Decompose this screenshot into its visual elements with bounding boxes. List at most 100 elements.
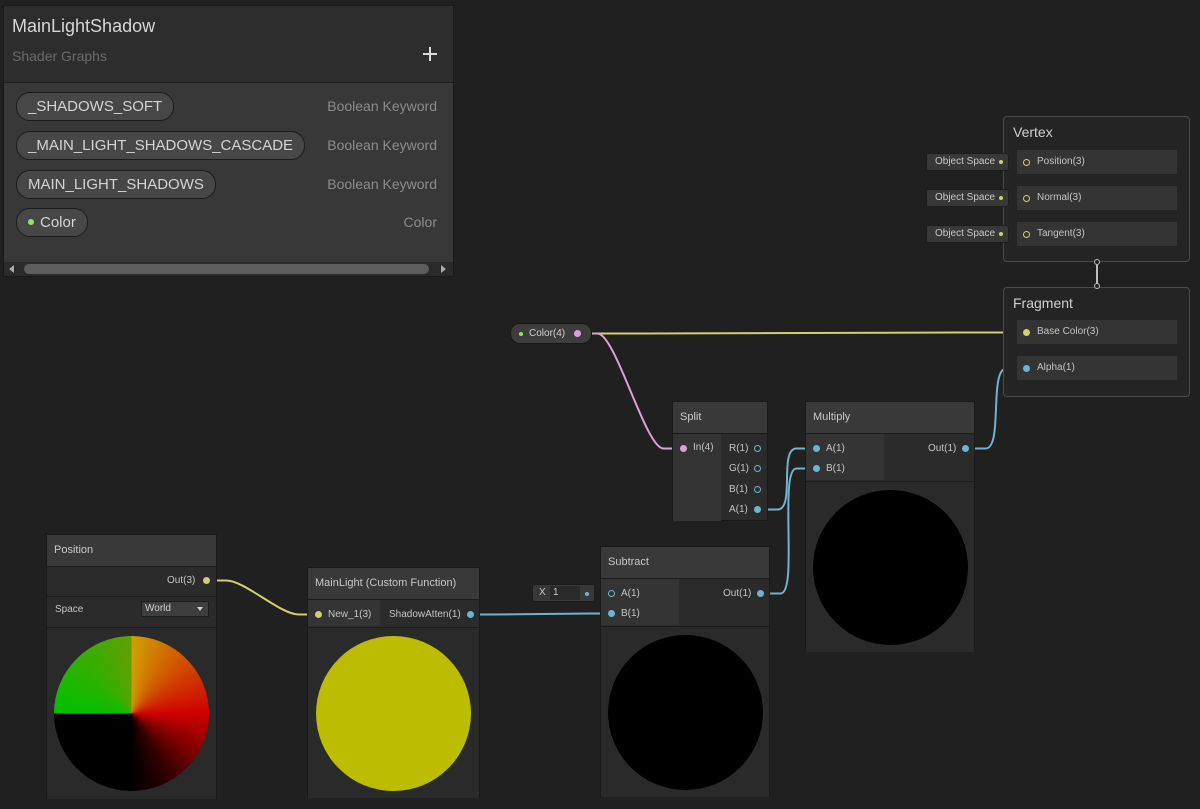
position-title: Position xyxy=(47,535,216,567)
output-port-icon[interactable] xyxy=(757,590,764,597)
split-output-b[interactable]: B(1) xyxy=(729,484,761,495)
output-port-icon[interactable] xyxy=(203,577,210,584)
object-space-position-input[interactable]: Object Space xyxy=(926,153,1009,171)
output-port-icon[interactable] xyxy=(962,445,969,452)
fragment-slot-alpha[interactable]: Alpha(1) xyxy=(1016,355,1178,381)
object-space-tangent-input[interactable]: Object Space xyxy=(926,225,1009,243)
mainlight-custom-function-node[interactable]: MainLight (Custom Function) New_1(3) Sha… xyxy=(307,567,480,798)
property-main-light-shadows[interactable]: MAIN_LIGHT_SHADOWS xyxy=(16,170,216,199)
property-main-light-shadows-cascade[interactable]: _MAIN_LIGHT_SHADOWS_CASCADE xyxy=(16,131,306,160)
output-port-icon[interactable] xyxy=(754,506,761,513)
port-label: Out(1) xyxy=(723,588,752,599)
slot-label: Normal(3) xyxy=(1037,192,1082,203)
port-label: Out(3) xyxy=(167,575,196,586)
subtract-a-inline-value[interactable]: X 1 xyxy=(532,584,595,602)
port-label: B(1) xyxy=(826,463,845,474)
vertex-slot-normal[interactable]: Normal(3) xyxy=(1016,185,1178,211)
subtract-output[interactable]: Out(1) xyxy=(723,588,764,599)
multiply-node[interactable]: Multiply A(1) B(1) Out(1) xyxy=(805,401,975,652)
vertex-slot-tangent[interactable]: Tangent(3) xyxy=(1016,221,1178,247)
port-dot-icon xyxy=(999,232,1003,236)
input-port-icon[interactable] xyxy=(315,611,322,618)
space-dropdown[interactable]: World xyxy=(141,601,209,617)
preview-sphere xyxy=(316,636,471,791)
output-port-icon[interactable] xyxy=(754,486,761,493)
color-property-label: Color(4) xyxy=(529,328,566,339)
wire-mainlight-to-subtract-b[interactable] xyxy=(470,612,612,616)
property-name: _SHADOWS_SOFT xyxy=(28,98,163,115)
input-port-icon[interactable] xyxy=(680,445,687,452)
blackboard-subtitle: Shader Graphs xyxy=(12,48,107,64)
split-node[interactable]: Split In(4) R(1) G(1) B(1) A(1) xyxy=(672,401,768,521)
wire-color-to-split[interactable] xyxy=(577,332,684,450)
position-node[interactable]: Position Out(3) Space World xyxy=(46,534,217,799)
property-type: Boolean Keyword xyxy=(327,176,437,192)
output-port-icon[interactable] xyxy=(754,445,761,452)
port-label: A(1) xyxy=(729,504,748,515)
preview-sphere xyxy=(813,490,968,645)
scroll-left-icon[interactable] xyxy=(9,265,14,273)
color-property-node[interactable]: Color(4) xyxy=(510,323,592,344)
wire-color-to-base-color[interactable] xyxy=(577,331,1027,335)
fragment-stack[interactable]: Fragment Base Color(3) Alpha(1) xyxy=(1003,287,1190,397)
port-label: A(1) xyxy=(826,443,845,454)
output-port-icon[interactable] xyxy=(574,330,581,337)
slot-label: Tangent(3) xyxy=(1037,228,1085,239)
input-port-icon[interactable] xyxy=(1023,159,1030,166)
mainlight-output-shadowatten[interactable]: ShadowAtten(1) xyxy=(389,609,474,620)
property-type: Color xyxy=(403,214,437,230)
slot-label: Position(3) xyxy=(1037,156,1085,167)
output-port-icon[interactable] xyxy=(754,465,761,472)
value-field[interactable]: 1 xyxy=(550,586,580,600)
subtract-title: Subtract xyxy=(601,547,769,579)
multiply-title: Multiply xyxy=(806,402,974,434)
property-type: Boolean Keyword xyxy=(327,98,437,114)
position-output[interactable]: Out(3) xyxy=(167,575,210,586)
input-port-icon[interactable] xyxy=(1023,329,1030,336)
input-port-icon[interactable] xyxy=(608,610,615,617)
multiply-output[interactable]: Out(1) xyxy=(928,443,969,454)
scroll-right-icon[interactable] xyxy=(441,265,446,273)
color-dot-icon xyxy=(519,332,523,336)
wire-position-to-mainlight[interactable] xyxy=(206,579,319,616)
color-dot-icon xyxy=(28,219,34,225)
input-port-icon[interactable] xyxy=(813,465,820,472)
slot-label: Alpha(1) xyxy=(1037,362,1075,373)
fragment-slot-base-color[interactable]: Base Color(3) xyxy=(1016,319,1178,345)
blackboard-title: MainLightShadow xyxy=(12,16,156,36)
input-port-icon[interactable] xyxy=(1023,195,1030,202)
object-space-normal-input[interactable]: Object Space xyxy=(926,189,1009,207)
mainlight-preview xyxy=(308,627,479,798)
scrollbar-thumb[interactable] xyxy=(24,264,429,274)
subtract-node[interactable]: Subtract A(1) B(1) Out(1) xyxy=(600,546,770,797)
split-title: Split xyxy=(673,402,767,434)
input-port-icon[interactable] xyxy=(608,590,615,597)
input-port-icon[interactable] xyxy=(1023,365,1030,372)
stack-link-icon xyxy=(1094,259,1100,291)
property-color[interactable]: Color xyxy=(16,208,88,237)
property-shadows-soft[interactable]: _SHADOWS_SOFT xyxy=(16,92,175,121)
port-label: New_1(3) xyxy=(328,609,372,620)
split-output-a[interactable]: A(1) xyxy=(729,504,761,515)
property-name: _MAIN_LIGHT_SHADOWS_CASCADE xyxy=(28,137,294,154)
output-port-icon[interactable] xyxy=(467,611,474,618)
port-label: R(1) xyxy=(729,443,749,454)
port-dot-icon xyxy=(999,196,1003,200)
space-label: Space xyxy=(55,604,84,615)
fragment-title: Fragment xyxy=(1013,295,1073,311)
split-output-r[interactable]: R(1) xyxy=(729,443,761,454)
plus-icon[interactable] xyxy=(420,44,440,64)
port-label: B(1) xyxy=(621,608,640,619)
property-name: Color xyxy=(40,214,76,231)
port-dot-icon xyxy=(999,160,1003,164)
property-type: Boolean Keyword xyxy=(327,137,437,153)
input-port-icon[interactable] xyxy=(1023,231,1030,238)
split-output-g[interactable]: G(1) xyxy=(729,463,761,474)
property-name: MAIN_LIGHT_SHADOWS xyxy=(28,176,204,193)
vertex-slot-position[interactable]: Position(3) xyxy=(1016,149,1178,175)
port-dot-icon xyxy=(585,592,589,596)
input-port-icon[interactable] xyxy=(813,445,820,452)
vertex-stack[interactable]: Vertex Position(3) Normal(3) Tangent(3) xyxy=(1003,116,1190,262)
multiply-preview xyxy=(806,481,974,652)
horizontal-scrollbar[interactable] xyxy=(4,262,453,276)
